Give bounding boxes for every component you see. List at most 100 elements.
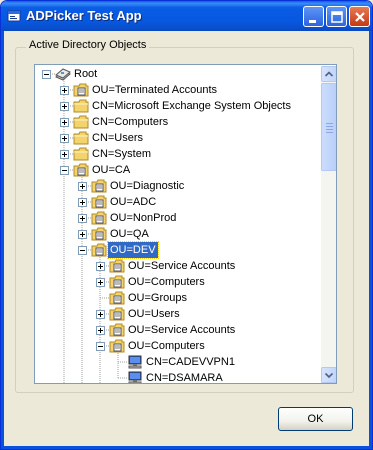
group-label: Active Directory Objects: [26, 39, 150, 51]
ou-folder-icon: [109, 339, 125, 353]
tree-node-label: CN=Computers: [92, 116, 169, 128]
tree-node[interactable]: OU=ADC: [35, 194, 321, 210]
collapse-icon[interactable]: [60, 166, 69, 175]
tree-node-label: OU=Computers: [128, 276, 205, 288]
tree-node[interactable]: CN=Microsoft Exchange System Objects: [35, 98, 321, 114]
ou-folder-icon: [73, 163, 89, 177]
tree-node[interactable]: OU=Diagnostic: [35, 178, 321, 194]
grip-line: [326, 132, 333, 133]
minimize-button[interactable]: [303, 6, 324, 27]
expand-icon[interactable]: [96, 262, 105, 271]
expand-icon[interactable]: [60, 86, 69, 95]
tree-node-label: OU=CA: [92, 164, 131, 176]
tree-node-label: OU=NonProd: [110, 212, 177, 224]
scroll-thumb[interactable]: [321, 83, 336, 171]
tree-node[interactable]: OU=Computers: [35, 274, 321, 290]
tree-node[interactable]: Root: [35, 66, 321, 82]
grip-line: [326, 126, 333, 127]
computer-icon: [127, 355, 143, 369]
tree-node[interactable]: OU=Service Accounts: [35, 258, 321, 274]
tree-node[interactable]: CN=DSAMARA: [35, 370, 321, 383]
ou-folder-icon: [109, 323, 125, 337]
app-window: ADPicker Test App Active Directory Objec…: [0, 0, 373, 450]
expand-icon[interactable]: [78, 182, 87, 191]
window-frame-right: [369, 31, 372, 449]
computer-icon: [127, 371, 143, 383]
ou-folder-icon: [91, 243, 107, 257]
folder-icon: [73, 147, 89, 161]
minimize-icon: [309, 20, 316, 23]
tree-node-label: CN=Users: [92, 132, 144, 144]
tree-node-label: OU=Terminated Accounts: [92, 84, 218, 96]
vertical-scrollbar[interactable]: [321, 66, 336, 383]
ok-button[interactable]: OK: [278, 407, 353, 431]
ou-folder-icon: [91, 211, 107, 225]
grip-line: [326, 129, 333, 130]
tree-node-label: OU=Computers: [128, 340, 205, 352]
ou-folder-icon: [109, 307, 125, 321]
folder-icon: [73, 131, 89, 145]
close-button[interactable]: [349, 6, 370, 27]
collapse-icon[interactable]: [78, 246, 87, 255]
ou-folder-icon: [91, 195, 107, 209]
tree-node-label: OU=Groups: [128, 292, 187, 304]
tree-node[interactable]: OU=DEV: [35, 241, 321, 259]
scroll-up-button[interactable]: [321, 66, 336, 82]
app-icon: [7, 9, 21, 23]
expand-icon[interactable]: [60, 118, 69, 127]
grip-line: [326, 123, 333, 124]
expand-icon[interactable]: [96, 278, 105, 287]
tree-node[interactable]: CN=Computers: [35, 114, 321, 130]
maximize-icon: [331, 11, 343, 23]
ou-folder-icon: [91, 227, 107, 241]
tree-node[interactable]: OU=Computers: [35, 338, 321, 354]
tree-node[interactable]: CN=Users: [35, 130, 321, 146]
tree-node-label: CN=CADEVVPN1: [146, 356, 235, 368]
folder-icon: [73, 115, 89, 129]
ou-folder-icon: [109, 291, 125, 305]
ou-folder-icon: [91, 179, 107, 193]
title-bar[interactable]: ADPicker Test App: [1, 1, 372, 31]
window-frame-bottom: [1, 446, 372, 449]
tree-node-label: CN=System: [92, 148, 151, 160]
window-title: ADPicker Test App: [26, 8, 142, 23]
scroll-down-button[interactable]: [321, 367, 336, 383]
tree-node[interactable]: OU=Users: [35, 306, 321, 322]
tree-node-label: OU=Diagnostic: [110, 180, 185, 192]
expand-icon[interactable]: [78, 230, 87, 239]
tree-node[interactable]: CN=CADEVVPN1: [35, 354, 321, 370]
collapse-icon[interactable]: [42, 70, 51, 79]
tree-node[interactable]: OU=CA: [35, 162, 321, 178]
ou-folder-icon: [73, 83, 89, 97]
tree-node-label: CN=Microsoft Exchange System Objects: [92, 100, 291, 112]
maximize-button[interactable]: [326, 6, 347, 27]
window-frame-left: [1, 31, 4, 449]
tree-node[interactable]: OU=Groups: [35, 290, 321, 306]
directory-tree-view[interactable]: Root OU=Terminated Accounts CN=Microsoft E…: [34, 64, 337, 384]
tree-node[interactable]: OU=QA: [35, 226, 321, 242]
expand-icon[interactable]: [60, 150, 69, 159]
ou-folder-icon: [109, 259, 125, 273]
folder-icon: [73, 99, 89, 113]
tree-node[interactable]: OU=NonProd: [35, 210, 321, 226]
tree-node-label: OU=Users: [128, 308, 180, 320]
tree-node[interactable]: CN=System: [35, 146, 321, 162]
tree-node-label: OU=QA: [110, 228, 149, 240]
arrow-up-icon: [324, 71, 334, 77]
close-icon: [355, 12, 365, 22]
tree-node-label: OU=ADC: [110, 196, 157, 208]
tree-node[interactable]: OU=Service Accounts: [35, 322, 321, 338]
tree-node-label: Root: [74, 68, 98, 80]
expand-icon[interactable]: [96, 326, 105, 335]
expand-icon[interactable]: [96, 310, 105, 319]
expand-icon[interactable]: [60, 134, 69, 143]
tree-node-label: OU=DEV: [107, 241, 159, 259]
tree-node[interactable]: OU=Terminated Accounts: [35, 82, 321, 98]
expand-icon[interactable]: [78, 198, 87, 207]
arrow-down-icon: [324, 372, 334, 379]
expand-icon[interactable]: [78, 214, 87, 223]
tree-node-label: OU=Service Accounts: [128, 260, 236, 272]
expand-icon[interactable]: [60, 102, 69, 111]
collapse-icon[interactable]: [96, 342, 105, 351]
root-icon: [55, 67, 71, 81]
